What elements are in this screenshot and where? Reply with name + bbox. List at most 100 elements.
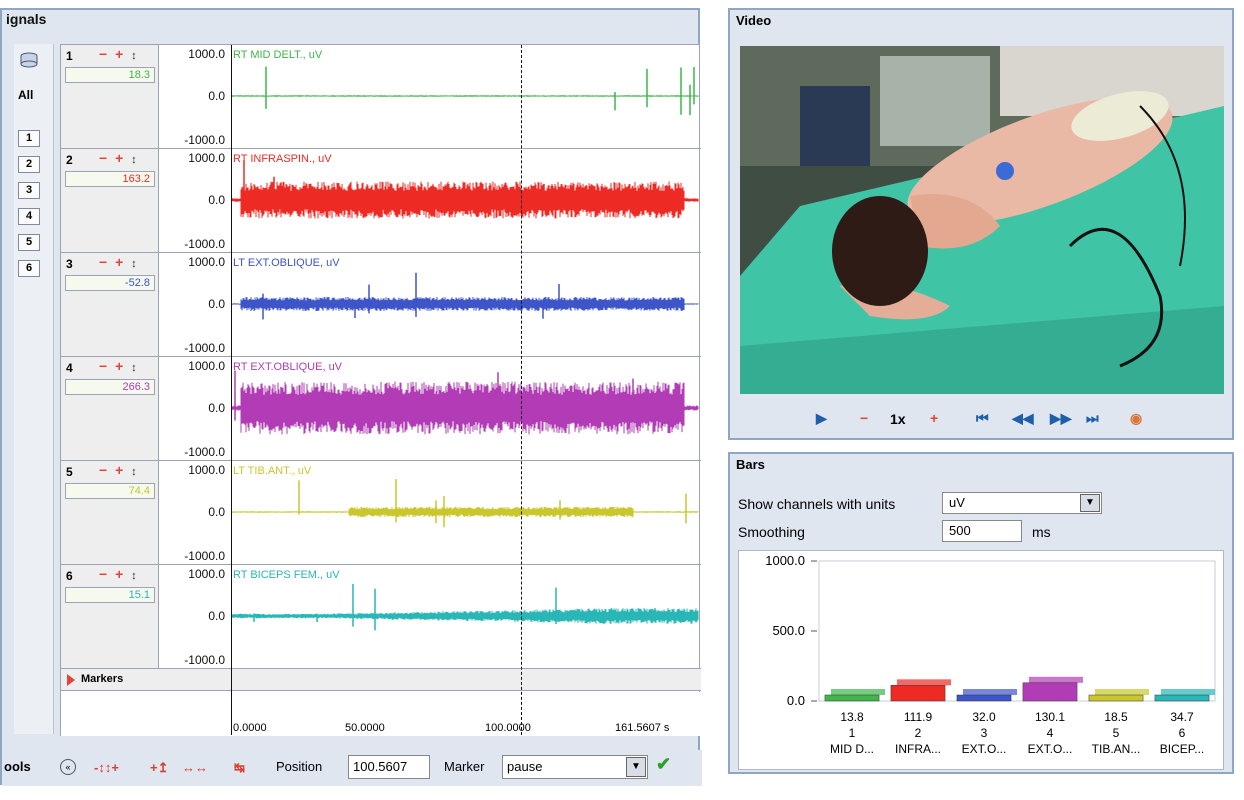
skip-to-end-icon[interactable]: ⏭	[1086, 410, 1099, 427]
channel-row-2[interactable]: 2 − + ↕ 163.2 1000.0 0.0 -1000.0 RT INFRASPIN.…	[61, 149, 701, 253]
channel-controls[interactable]: − + ↕	[99, 462, 139, 478]
bars-panel-title: Bars	[736, 457, 765, 472]
minus-icon[interactable]: −	[99, 46, 109, 62]
check-icon[interactable]: ✔	[656, 754, 671, 775]
database-icon[interactable]	[18, 52, 40, 68]
channel-info: 3 − + ↕ -52.8	[61, 253, 159, 356]
bar-category-number: 3	[981, 726, 988, 740]
up-down-icon[interactable]: ↕	[131, 362, 139, 374]
channel-info: 2 − + ↕ 163.2	[61, 149, 159, 252]
channel-button-6[interactable]: 6	[18, 260, 40, 277]
channel-row-1[interactable]: 1 − + ↕ 18.3 1000.0 0.0 -1000.0 RT MID DELT., …	[61, 45, 701, 149]
bar-category-name: BICEP...	[1160, 742, 1204, 756]
bar	[1154, 694, 1210, 702]
fit-vertical-icon[interactable]: +↥	[150, 760, 168, 776]
video-frame[interactable]	[740, 46, 1224, 394]
channel-button-1[interactable]: 1	[18, 130, 40, 147]
plus-icon[interactable]: +	[115, 462, 125, 478]
time-tick: 50.0000	[345, 722, 385, 734]
bar-category-number: 2	[915, 726, 922, 740]
position-cursor[interactable]	[521, 45, 523, 735]
minus-icon[interactable]: −	[99, 462, 109, 478]
position-label: Position	[276, 759, 323, 774]
position-input[interactable]: 100.5607	[348, 755, 430, 779]
channel-row-4[interactable]: 4 − + ↕ 266.3 1000.0 0.0 -1000.0 RT EXT.OBLIQU…	[61, 357, 701, 461]
up-down-icon[interactable]: ↕	[131, 154, 139, 166]
chevron-down-icon[interactable]: ▼	[1080, 494, 1100, 512]
faster-icon[interactable]: +	[930, 410, 938, 426]
units-select[interactable]: uV	[942, 492, 1102, 514]
channel-number: 2	[66, 153, 73, 167]
step-back-icon[interactable]: ◀◀	[1012, 410, 1034, 427]
collapse-icon[interactable]: «	[60, 759, 76, 775]
channel-value: -52.8	[65, 275, 155, 291]
plus-icon[interactable]: +	[115, 46, 125, 62]
y-axis-zero: 0.0	[208, 297, 225, 311]
signal-chart-area[interactable]: 1 − + ↕ 18.3 1000.0 0.0 -1000.0 RT MID DELT., …	[60, 44, 701, 736]
up-down-icon[interactable]: ↕	[131, 258, 139, 270]
app-window: ignals All 1 2 3 4 5 6 1 − + ↕ 18.3 1000.0 0…	[0, 0, 1244, 800]
smoothing-label: Smoothing	[738, 524, 805, 540]
y-axis-max: 1000.0	[188, 463, 225, 477]
minus-icon[interactable]: −	[99, 566, 109, 582]
step-forward-icon[interactable]: ▶▶	[1050, 410, 1072, 427]
channel-controls[interactable]: − + ↕	[99, 358, 139, 374]
y-axis-max: 1000.0	[188, 567, 225, 581]
plus-icon[interactable]: +	[115, 150, 125, 166]
bar	[890, 685, 946, 702]
up-down-icon[interactable]: ↕	[131, 570, 139, 582]
channel-button-4[interactable]: 4	[18, 208, 40, 225]
channel-info: 6 − + ↕ 15.1	[61, 565, 159, 668]
fit-horizontal-icon[interactable]: ↹	[234, 760, 245, 776]
zoom-vertical-icon[interactable]: -↕↕+	[94, 760, 119, 775]
signals-panel: ignals All 1 2 3 4 5 6 1 − + ↕ 18.3 1000.0 0…	[0, 8, 702, 786]
snapshot-icon[interactable]: ◉	[1130, 410, 1142, 427]
all-channels-button[interactable]: All	[18, 88, 33, 102]
bar-category-number: 4	[1047, 726, 1054, 740]
time-tick: 100.0000	[485, 722, 531, 734]
minus-icon[interactable]: −	[99, 254, 109, 270]
smoothing-input[interactable]: 500	[942, 520, 1022, 542]
channel-button-5[interactable]: 5	[18, 234, 40, 251]
channel-button-2[interactable]: 2	[18, 156, 40, 173]
channel-button-3[interactable]: 3	[18, 182, 40, 199]
tools-bar: ools « -↕↕+ +↥ ↔↔ ↹ Position 100.5607 Ma…	[2, 750, 702, 786]
channel-controls[interactable]: − + ↕	[99, 254, 139, 270]
y-axis-zero: 0.0	[208, 193, 225, 207]
channel-row-5[interactable]: 5 − + ↕ 74.4 1000.0 0.0 -1000.0 LT TIB.ANT., u…	[61, 461, 701, 565]
plus-icon[interactable]: +	[115, 566, 125, 582]
channel-controls[interactable]: − + ↕	[99, 150, 139, 166]
bar-category-name: EXT.O...	[1028, 742, 1073, 756]
channel-controls[interactable]: − + ↕	[99, 46, 139, 62]
up-down-icon[interactable]: ↕	[131, 466, 139, 478]
channel-row-6[interactable]: 6 − + ↕ 15.1 1000.0 0.0 -1000.0 RT BICEPS FEM.…	[61, 565, 701, 669]
zoom-horizontal-icon[interactable]: ↔↔	[182, 760, 208, 775]
channel-value: 74.4	[65, 483, 155, 499]
channel-number: 1	[66, 49, 73, 63]
ms-label: ms	[1032, 524, 1051, 540]
channel-info: 1 − + ↕ 18.3	[61, 45, 159, 148]
bar-top	[1160, 689, 1216, 695]
bar-chart: 1000.0 500.0 0.0 13.8 1 MID D... 111.9 2 INFRA..…	[738, 550, 1224, 770]
y-tick-label: 0.0	[787, 693, 805, 708]
plus-icon[interactable]: +	[115, 254, 125, 270]
playback-speed: 1x	[890, 411, 906, 427]
play-icon[interactable]: ▶	[816, 410, 827, 427]
markers-row[interactable]: Markers	[61, 669, 701, 691]
y-axis-min: -1000.0	[184, 445, 225, 459]
plus-icon[interactable]: +	[115, 358, 125, 374]
chevron-down-icon[interactable]: ▼	[626, 757, 646, 777]
video-image	[740, 46, 1224, 394]
skip-to-start-icon[interactable]: ⏮	[976, 410, 989, 427]
channel-row-3[interactable]: 3 − + ↕ -52.8 1000.0 0.0 -1000.0 LT EXT.OBLIQU…	[61, 253, 701, 357]
channel-controls[interactable]: − + ↕	[99, 566, 139, 582]
minus-icon[interactable]: −	[99, 150, 109, 166]
y-axis-zero: 0.0	[208, 401, 225, 415]
minus-icon[interactable]: −	[99, 358, 109, 374]
bar-category-name: MID D...	[830, 742, 874, 756]
expand-triangle-icon[interactable]	[67, 674, 75, 686]
up-down-icon[interactable]: ↕	[131, 50, 139, 62]
slower-icon[interactable]: −	[860, 410, 868, 426]
channel-number: 6	[66, 569, 73, 583]
bar-category-number: 1	[849, 726, 856, 740]
